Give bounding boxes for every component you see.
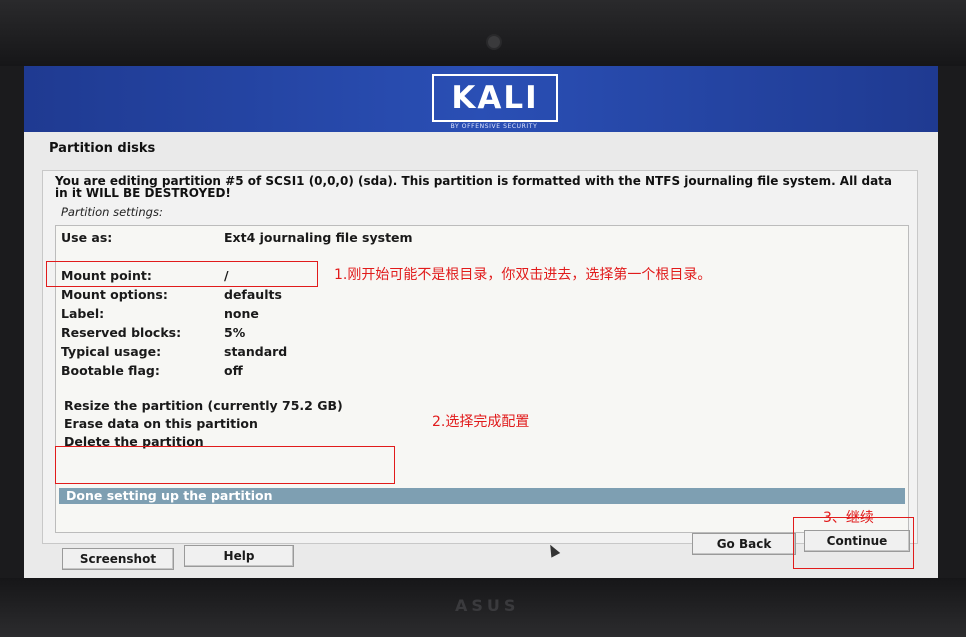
page-title: Partition disks — [49, 141, 156, 156]
dialog-panel: You are editing partition #5 of SCSI1 (0… — [42, 170, 918, 558]
annotation-note-1: 1.刚开始可能不是根目录，你双击进去，选择第一个根目录。 — [334, 267, 712, 283]
mouse-cursor-icon — [545, 542, 561, 558]
header-banner: KALI BY OFFENSIVE SECURITY — [24, 66, 938, 132]
setting-key: Reserved blocks: — [61, 325, 182, 340]
setting-row-typical-usage[interactable]: Typical usage: standard — [61, 344, 287, 359]
setting-value: off — [224, 363, 243, 378]
laptop-bezel-top — [0, 0, 966, 66]
annotation-note-2: 2.选择完成配置 — [432, 414, 530, 430]
setting-key: Mount options: — [61, 287, 168, 302]
setting-row-bootable-flag[interactable]: Bootable flag: off — [61, 363, 243, 378]
kali-logo-subtitle: BY OFFENSIVE SECURITY — [450, 123, 538, 130]
setting-key: Use as: — [61, 230, 113, 245]
setting-value: none — [224, 306, 259, 321]
setting-value: Ext4 journaling file system — [224, 230, 413, 245]
annotation-box-done — [55, 446, 395, 484]
setting-value: defaults — [224, 287, 282, 302]
kali-logo: KALI — [432, 74, 558, 122]
partition-settings-label: Partition settings: — [61, 205, 163, 219]
annotation-box-mount-point — [46, 261, 318, 287]
action-done-setting-up[interactable]: Done setting up the partition — [59, 488, 905, 504]
help-button[interactable]: Help — [184, 545, 294, 567]
installer-screen: KALI BY OFFENSIVE SECURITY Partition dis… — [24, 66, 938, 578]
action-resize-partition[interactable]: Resize the partition (currently 75.2 GB) — [64, 398, 343, 413]
asus-logo: ASUS — [455, 596, 520, 615]
setting-value: standard — [224, 344, 288, 359]
setting-row-reserved-blocks[interactable]: Reserved blocks: 5% — [61, 325, 245, 340]
webcam-icon — [486, 34, 502, 50]
setting-key: Bootable flag: — [61, 363, 160, 378]
setting-key: Typical usage: — [61, 344, 162, 359]
action-done-label: Done setting up the partition — [66, 488, 273, 503]
partition-description: You are editing partition #5 of SCSI1 (0… — [55, 174, 893, 200]
setting-value: 5% — [224, 325, 246, 340]
setting-row-use-as[interactable]: Use as: Ext4 journaling file system — [61, 230, 413, 245]
screenshot-button[interactable]: Screenshot — [62, 548, 174, 570]
go-back-button[interactable]: Go Back — [692, 533, 796, 555]
setting-key: Label: — [61, 306, 105, 321]
setting-row-label[interactable]: Label: none — [61, 306, 259, 321]
action-erase-partition[interactable]: Erase data on this partition — [64, 416, 258, 431]
setting-row-mount-options[interactable]: Mount options: defaults — [61, 287, 282, 302]
annotation-note-3: 3、继续 — [823, 510, 874, 526]
